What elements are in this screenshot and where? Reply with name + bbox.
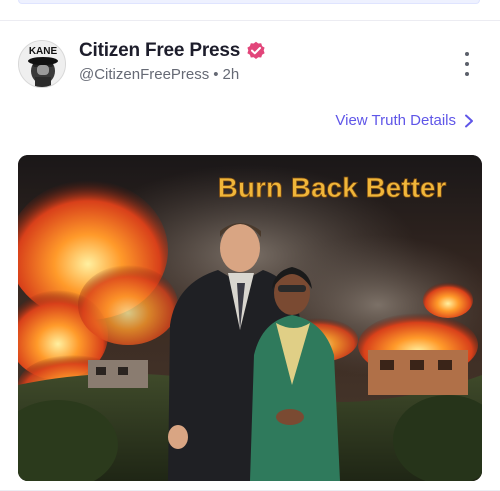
view-truth-details-label: View Truth Details	[335, 112, 456, 129]
more-dot	[465, 52, 469, 56]
avatar-text: KANE	[29, 46, 58, 57]
avatar-image: KANE	[19, 41, 65, 87]
author-meta: @CitizenFreePress • 2h	[79, 66, 239, 83]
more-vertical-icon[interactable]	[459, 52, 475, 76]
post-divider	[0, 20, 500, 21]
chevron-right-icon	[465, 114, 473, 127]
more-dot	[465, 62, 469, 66]
media-illustration: Burn Back Better	[18, 155, 482, 481]
meta-separator: •	[213, 66, 219, 83]
handle[interactable]: @CitizenFreePress	[79, 66, 209, 83]
display-name[interactable]: Citizen Free Press	[79, 40, 240, 62]
verified-badge-icon	[246, 41, 266, 61]
previous-post-edge	[18, 0, 480, 4]
more-dot	[465, 72, 469, 76]
post-time[interactable]: 2h	[223, 66, 240, 83]
media-caption: Burn Back Better	[218, 172, 447, 203]
avatar[interactable]: KANE	[18, 40, 66, 88]
view-truth-details-link[interactable]: View Truth Details	[335, 112, 474, 129]
author-name-row: Citizen Free Press	[79, 40, 266, 62]
post-media-image[interactable]: Burn Back Better	[18, 155, 482, 481]
